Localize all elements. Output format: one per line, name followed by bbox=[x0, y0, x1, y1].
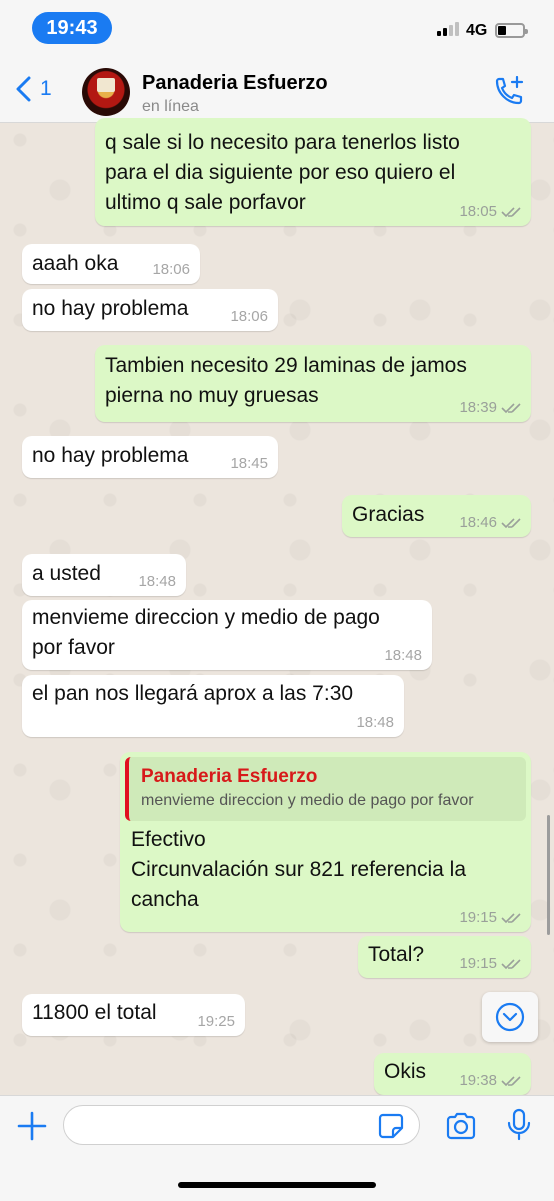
quoted-message[interactable]: Panaderia Esfuerzo menvieme direccion y … bbox=[125, 757, 526, 821]
camera-icon[interactable] bbox=[445, 1111, 477, 1141]
sticker-icon[interactable] bbox=[378, 1113, 404, 1139]
message-time: 18:46 bbox=[459, 514, 497, 531]
message-bubble-outgoing[interactable]: Okis 19:38 bbox=[374, 1053, 531, 1095]
message-bubble-incoming[interactable]: no hay problema 18:06 bbox=[22, 289, 278, 331]
message-time: 18:48 bbox=[356, 714, 394, 731]
message-input[interactable] bbox=[63, 1105, 420, 1145]
quoted-text: menvieme direccion y medio de pago por f… bbox=[141, 792, 474, 809]
message-time: 19:15 bbox=[459, 955, 497, 972]
message-text: menvieme direccion y medio de pago por f… bbox=[32, 606, 380, 659]
chevron-left-icon bbox=[16, 76, 31, 102]
contact-name[interactable]: Panaderia Esfuerzo bbox=[142, 72, 328, 95]
message-time: 18:39 bbox=[459, 399, 497, 416]
microphone-icon[interactable] bbox=[506, 1108, 532, 1142]
message-bubble-incoming[interactable]: el pan nos llegará aprox a las 7:30 18:4… bbox=[22, 675, 404, 737]
avatar[interactable] bbox=[82, 68, 130, 116]
message-bubble-outgoing[interactable]: q sale si lo necesito para tenerlos list… bbox=[95, 118, 531, 226]
message-bubble-outgoing-reply[interactable]: Panaderia Esfuerzo menvieme direccion y … bbox=[120, 752, 531, 932]
message-bubble-incoming[interactable]: no hay problema 18:45 bbox=[22, 436, 278, 478]
message-time: 19:25 bbox=[197, 1013, 235, 1030]
status-bar: 19:43 4G bbox=[0, 0, 554, 60]
status-time: 19:43 bbox=[32, 12, 112, 44]
quoted-sender: Panaderia Esfuerzo bbox=[141, 766, 318, 787]
unread-count: 1 bbox=[40, 77, 52, 100]
contact-status: en línea bbox=[142, 98, 199, 115]
scroll-to-bottom-button[interactable] bbox=[482, 992, 538, 1042]
double-check-icon bbox=[501, 518, 521, 529]
back-button[interactable]: 1 bbox=[14, 76, 52, 102]
chat-header: 1 Panaderia Esfuerzo en línea bbox=[0, 60, 554, 123]
battery-icon bbox=[495, 23, 528, 38]
message-text: Efectivo Circunvalación sur 821 referenc… bbox=[131, 828, 467, 911]
double-check-icon bbox=[501, 913, 521, 924]
message-bubble-incoming[interactable]: a usted 18:48 bbox=[22, 554, 186, 596]
message-bubble-outgoing[interactable]: Gracias 18:46 bbox=[342, 495, 531, 537]
message-time: 18:05 bbox=[459, 203, 497, 220]
message-time: 18:48 bbox=[384, 647, 422, 664]
message-bubble-outgoing[interactable]: Total? 19:15 bbox=[358, 936, 531, 978]
message-time: 18:06 bbox=[230, 308, 268, 325]
message-time: 18:48 bbox=[138, 573, 176, 590]
message-bubble-outgoing[interactable]: Tambien necesito 29 laminas de jamos pie… bbox=[95, 345, 531, 422]
network-type: 4G bbox=[466, 22, 488, 39]
double-check-icon bbox=[501, 207, 521, 218]
signal-icon bbox=[437, 22, 459, 36]
plus-icon[interactable] bbox=[17, 1111, 47, 1141]
message-time: 19:15 bbox=[459, 909, 497, 926]
home-indicator bbox=[178, 1182, 376, 1188]
double-check-icon bbox=[501, 959, 521, 970]
input-bar bbox=[0, 1095, 554, 1201]
double-check-icon bbox=[501, 403, 521, 414]
add-call-icon[interactable] bbox=[492, 76, 526, 108]
message-text: el pan nos llegará aprox a las 7:30 bbox=[32, 682, 354, 705]
message-time: 19:38 bbox=[459, 1072, 497, 1089]
message-time: 18:06 bbox=[152, 261, 190, 278]
message-time: 18:45 bbox=[230, 455, 268, 472]
message-bubble-incoming[interactable]: menvieme direccion y medio de pago por f… bbox=[22, 600, 432, 670]
message-bubble-incoming[interactable]: aaah oka 18:06 bbox=[22, 244, 200, 284]
double-check-icon bbox=[501, 1076, 521, 1087]
chevron-down-circle-icon bbox=[495, 1002, 525, 1032]
message-bubble-incoming[interactable]: 11800 el total 19:25 bbox=[22, 994, 245, 1036]
chat-scrollbar[interactable] bbox=[547, 815, 550, 935]
